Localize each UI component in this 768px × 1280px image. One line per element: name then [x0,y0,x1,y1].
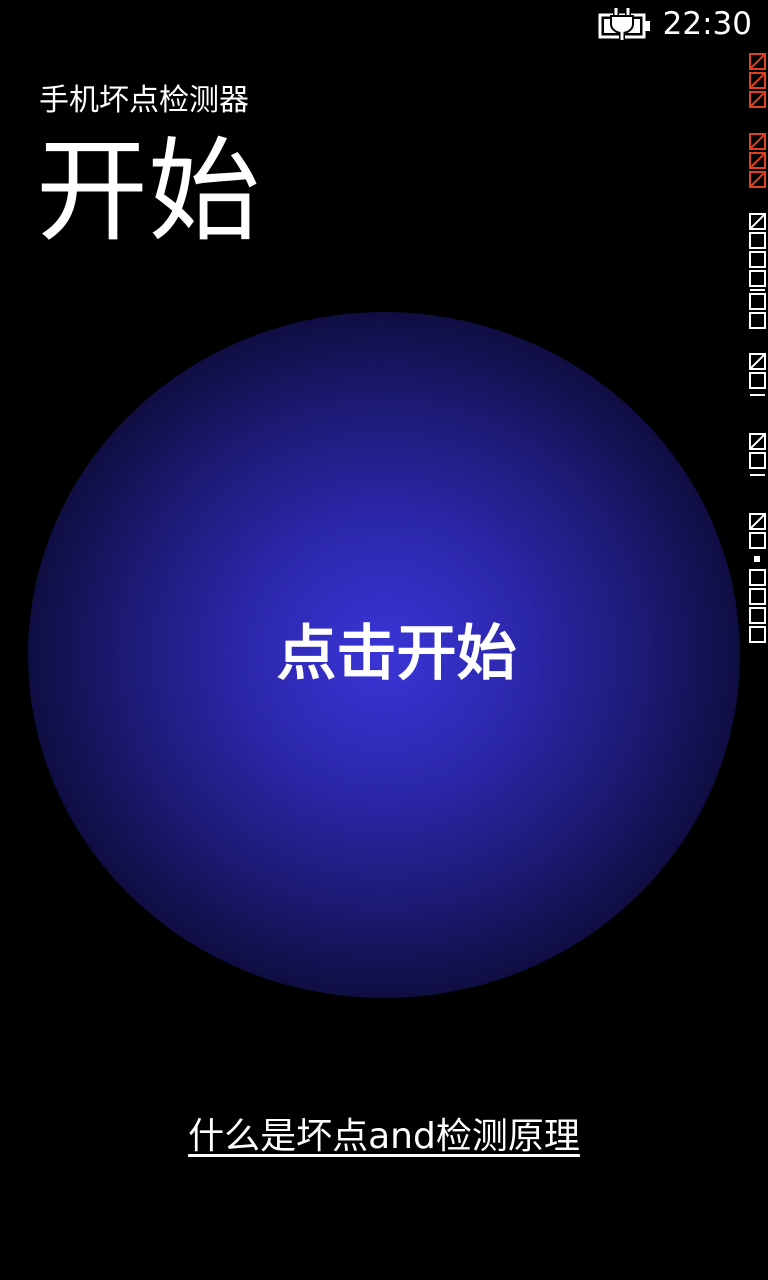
clock: 22:30 [662,6,752,42]
start-button-label: 点击开始 [276,619,517,689]
app-title: 手机坏点检测器 [39,83,249,118]
page-title: 开始 [36,127,260,257]
start-button[interactable]: 点击开始 [28,312,740,998]
frame-rate-counter [749,53,766,643]
battery-charging-icon [598,8,650,40]
info-link[interactable]: 什么是坏点and检测原理 [0,1112,768,1162]
status-bar: 22:30 [0,0,768,48]
